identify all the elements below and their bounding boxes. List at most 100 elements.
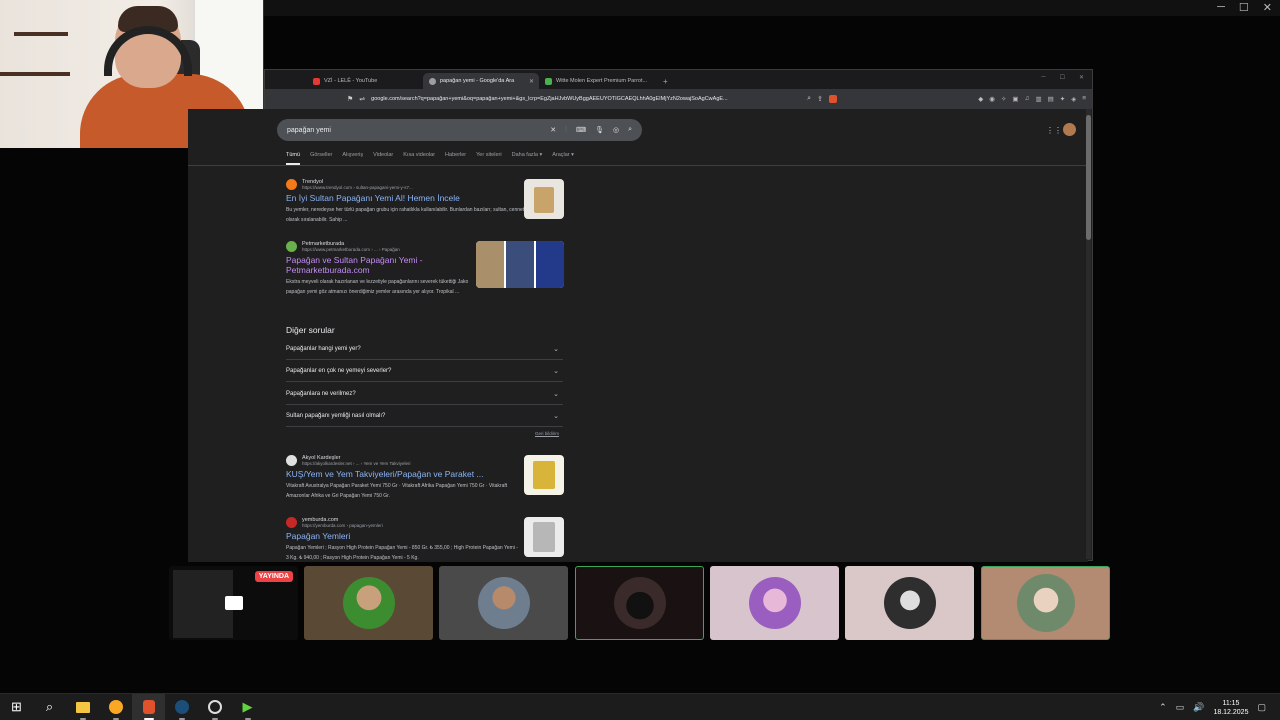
participant-tile[interactable] xyxy=(304,566,433,640)
menu-icon[interactable]: ≡ xyxy=(1082,95,1086,103)
tab-shopping[interactable]: Alışveriş xyxy=(342,152,363,165)
url-field[interactable]: google.com/search?q=papağan+yemi&oq=papa… xyxy=(371,96,801,102)
result-snippet: Papağan Yemleri ; Rasyon High Protein Pa… xyxy=(286,545,518,561)
chevron-down-icon: ⌄ xyxy=(553,390,559,398)
site-info-icon[interactable]: ⇌ xyxy=(359,95,365,103)
minimize-icon[interactable]: ─ xyxy=(1041,74,1045,81)
feedback-link[interactable]: Geri bildirim xyxy=(535,431,559,436)
discord-icon[interactable] xyxy=(198,694,231,720)
participant-tile[interactable] xyxy=(439,566,568,640)
clear-icon[interactable]: ✕ xyxy=(550,126,556,134)
chevron-down-icon: ⌄ xyxy=(553,345,559,353)
music-icon[interactable]: ♫ xyxy=(1025,95,1030,103)
vpn-icon[interactable]: ◈ xyxy=(1071,95,1076,103)
sidebar-icon[interactable]: ▥ xyxy=(1035,95,1041,103)
tab-youtube[interactable]: VZİ - LELÊ - YouTube xyxy=(307,73,423,89)
search-query: papağan yemi xyxy=(287,126,331,134)
participant-tile[interactable] xyxy=(845,566,974,640)
scrollbar-thumb[interactable] xyxy=(1086,115,1091,240)
tab-witte-molen[interactable]: Witte Molen Expert Premium Parrot... xyxy=(539,73,655,89)
paa-question[interactable]: Papağanlar hangi yemi yer? ⌄ xyxy=(286,338,563,360)
leo-icon[interactable]: ✦ xyxy=(1060,95,1065,103)
file-explorer-icon[interactable] xyxy=(66,694,99,720)
paa-question[interactable]: Papağanlara ne verilmez? ⌄ xyxy=(286,383,563,405)
tab-label: Witte Molen Expert Premium Parrot... xyxy=(556,78,648,84)
new-tab-button[interactable]: + xyxy=(663,77,668,86)
network-icon[interactable]: ▭ xyxy=(1176,702,1185,713)
result-snippet: Vitakraft Avustralya Papağan Paraket Yem… xyxy=(286,483,508,499)
paa-question-text: Papağanlar hangi yemi yer? xyxy=(286,345,361,352)
microphone-icon[interactable]: 🎙 xyxy=(595,126,604,134)
desktop: ─ ☐ ✕ VZİ - LELÊ - YouTube papağan yemi … xyxy=(0,0,1280,720)
search-input[interactable]: papağan yemi ✕ | ⌨ 🎙 ◎ ⌕ xyxy=(277,119,642,141)
bookmark-icon[interactable]: ⚑ xyxy=(347,95,353,103)
product-thumbnail[interactable] xyxy=(524,179,564,219)
paa-question-text: Papağanlar en çok ne yemeyi severler? xyxy=(286,367,392,374)
tab-news[interactable]: Haberler xyxy=(445,152,466,165)
paa-question-text: Papağanlara ne verilmez? xyxy=(286,390,356,397)
maximize-icon[interactable]: ☐ xyxy=(1060,74,1065,81)
tab-tools[interactable]: Araçlar ▾ xyxy=(552,152,574,165)
paa-question[interactable]: Sultan papağanı yemliği nasıl olmalı? ⌄ xyxy=(286,405,563,427)
google-icon xyxy=(429,77,436,85)
chrome-icon[interactable] xyxy=(99,694,132,720)
screen-share-tile[interactable]: YAYINDA xyxy=(169,566,298,640)
live-badge: YAYINDA xyxy=(254,571,293,582)
extension-icon[interactable]: ◆ xyxy=(978,95,983,103)
tab-images[interactable]: Görseller xyxy=(310,152,332,165)
search-icon[interactable]: ⌕ xyxy=(33,694,66,720)
windows-start-icon[interactable]: ⊞ xyxy=(0,694,33,720)
keyboard-icon[interactable]: ⌨ xyxy=(576,126,586,134)
lens-icon[interactable]: ◎ xyxy=(613,126,619,134)
minimize-icon[interactable]: ─ xyxy=(1217,1,1225,14)
screenshot-icon[interactable]: ▣ xyxy=(1012,95,1018,103)
zoom-icon[interactable]: ⌕ xyxy=(807,95,811,103)
volume-icon[interactable]: 🔊 xyxy=(1193,702,1204,713)
close-icon[interactable]: ✕ xyxy=(1263,1,1272,14)
avatar[interactable] xyxy=(1063,123,1076,136)
search-icon[interactable]: ⌕ xyxy=(628,126,632,134)
steam-icon[interactable] xyxy=(165,694,198,720)
participant-tile-speaking[interactable] xyxy=(575,566,704,640)
result-url[interactable]: https://www.petmarketburada.com › ... › … xyxy=(302,247,400,252)
notification-icon[interactable]: ▢ xyxy=(1257,702,1266,713)
page-content: papağan yemi ✕ | ⌨ 🎙 ◎ ⌕ ⋮⋮ Tümü Görsell… xyxy=(188,109,1088,562)
paa-question-text: Sultan papağanı yemliği nasıl olmalı? xyxy=(286,412,386,419)
participant-tile-speaking[interactable] xyxy=(981,566,1110,640)
tab-strip: VZİ - LELÊ - YouTube papağan yemi - Goog… xyxy=(265,70,1092,89)
tab-places[interactable]: Yer siteleri xyxy=(476,152,501,165)
tab-more[interactable]: Daha fazla ▾ xyxy=(512,152,543,165)
result-title[interactable]: Papağan ve Sultan Papağanı Yemi - Petmar… xyxy=(286,255,436,275)
product-thumbnail[interactable] xyxy=(524,455,564,495)
product-thumbnail[interactable] xyxy=(524,517,564,557)
tab-short-videos[interactable]: Kısa videolar xyxy=(403,152,435,165)
brave-icon[interactable] xyxy=(132,693,165,720)
result-url[interactable]: https://www.trendyol.com › sultan-papaga… xyxy=(302,185,413,190)
apps-grid-icon[interactable]: ⋮⋮ xyxy=(1046,126,1062,135)
tab-videos[interactable]: Videolar xyxy=(373,152,393,165)
result-url[interactable]: https://yemburda.com › papagan-yemleri xyxy=(302,523,383,528)
paa-question[interactable]: Papağanlar en çok ne yemeyi severler? ⌄ xyxy=(286,360,563,382)
media-player-icon[interactable]: ▶ xyxy=(231,694,264,720)
close-icon[interactable]: ✕ xyxy=(1079,74,1084,81)
product-thumbnails[interactable] xyxy=(476,241,564,288)
extension-icon[interactable]: ◉ xyxy=(989,95,995,103)
close-tab-icon[interactable]: ✕ xyxy=(529,78,534,85)
scrollbar[interactable] xyxy=(1086,109,1091,559)
puzzle-icon[interactable]: ✧ xyxy=(1001,95,1006,103)
wallet-icon[interactable]: ▤ xyxy=(1048,95,1054,103)
maximize-icon[interactable]: ☐ xyxy=(1239,1,1249,14)
brave-shield-icon[interactable] xyxy=(828,95,837,103)
result-snippet: Ekstra meyveli olarak hazırlanan ve lezz… xyxy=(286,279,469,295)
youtube-icon xyxy=(313,77,320,85)
yemburda-icon xyxy=(286,517,297,528)
chevron-up-icon[interactable]: ⌃ xyxy=(1159,702,1167,713)
taskbar: ⊞ ⌕ ▶ ⌃ ▭ 🔊 11:15 18.12.2025 ▢ xyxy=(0,693,1280,720)
result-url[interactable]: https://akyolkardesler.net › ... › Yem v… xyxy=(302,461,410,466)
share-icon[interactable]: ⇪ xyxy=(817,95,823,103)
tab-google-search[interactable]: papağan yemi - Google'da Ara ✕ xyxy=(423,73,539,89)
tab-all[interactable]: Tümü xyxy=(286,152,301,165)
petmarket-icon xyxy=(286,241,297,252)
clock[interactable]: 11:15 18.12.2025 xyxy=(1213,699,1248,717)
participant-tile[interactable] xyxy=(710,566,839,640)
